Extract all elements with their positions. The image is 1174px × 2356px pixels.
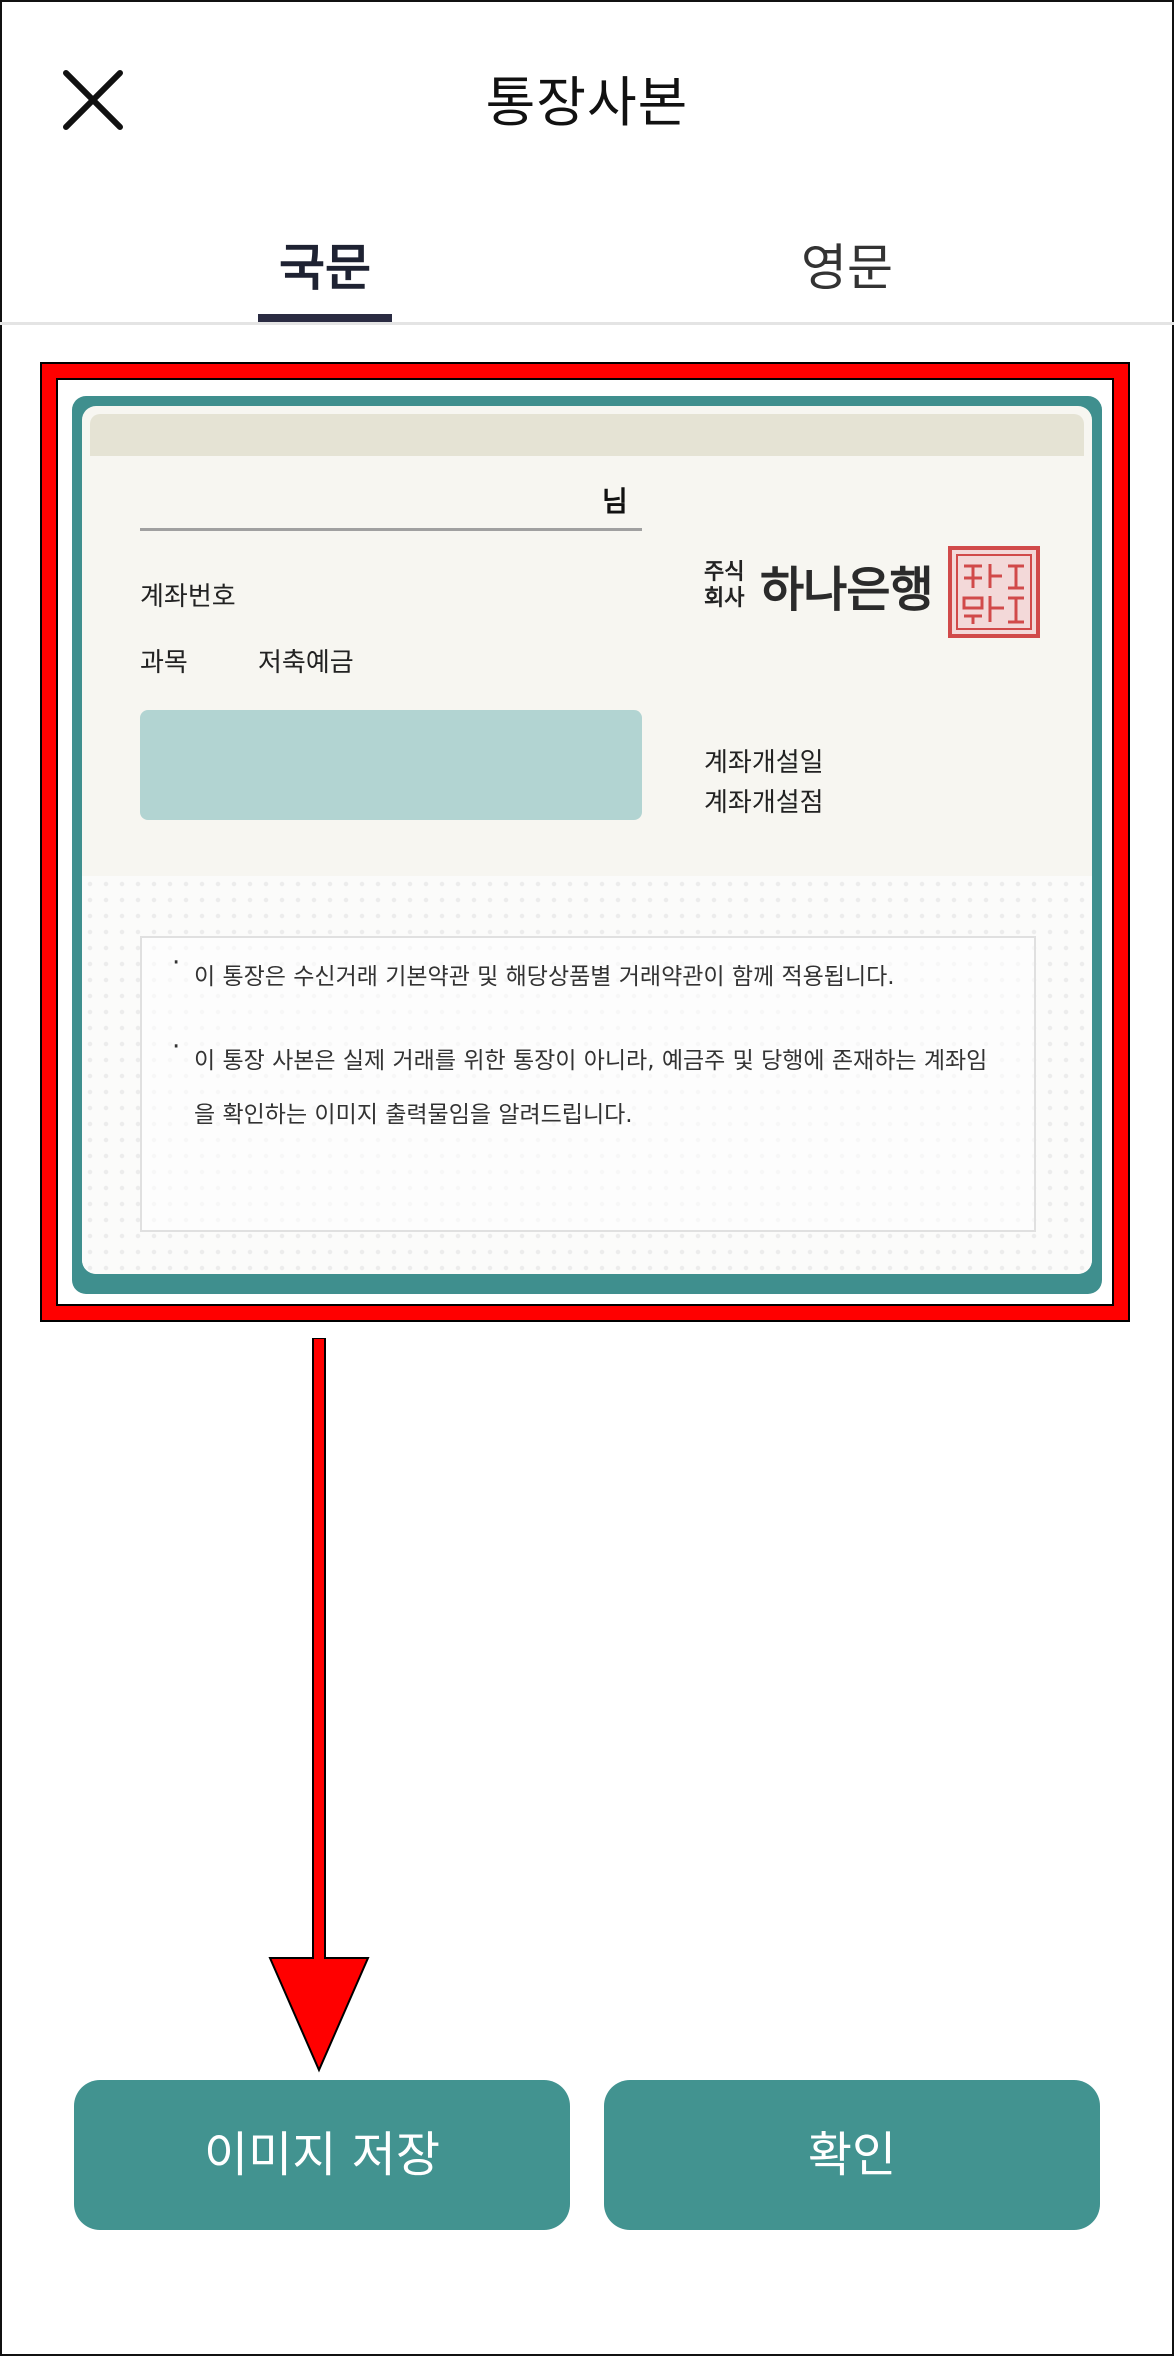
notice-text: 이 통장은 수신거래 기본약관 및 해당상품별 거래약관이 함께 적용됩니다.: [194, 964, 895, 990]
notice-text: 을 확인하는 이미지 출력물임을 알려드립니다.: [194, 1102, 633, 1128]
account-holder-suffix: 님: [602, 485, 628, 518]
notice-text: 이 통장 사본은 실제 거래를 위한 통장이 아니라, 예금주 및 당행에 존재…: [194, 1048, 988, 1074]
header: 통장사본: [0, 0, 1174, 190]
notice-box: · 이 통장은 수신거래 기본약관 및 해당상품별 거래약관이 함께 적용됩니다…: [140, 936, 1036, 1232]
bullet: ·: [172, 948, 181, 978]
passbook-top-band: [90, 414, 1084, 456]
down-arrow-icon: [268, 1338, 370, 2073]
passbook-card: 님 계좌번호 과목 저축예금 주식 회사 하나은행 계좌개설일 계좌개설점 · …: [72, 396, 1102, 1294]
tab-bar: 국문 영문: [0, 200, 1174, 325]
page-title: 통장사본: [485, 71, 689, 134]
subject-value: 저축예금: [258, 648, 354, 678]
bank-name: 하나은행: [760, 562, 934, 618]
save-image-button[interactable]: 이미지 저장: [74, 2080, 570, 2230]
bullet: ·: [172, 1032, 181, 1062]
corp-mark: 주식 회사: [704, 560, 745, 611]
tabs-divider: [0, 322, 1174, 325]
account-number-label: 계좌번호: [140, 582, 236, 612]
account-open-branch-label: 계좌개설점: [704, 788, 824, 818]
passbook-inner: 님 계좌번호 과목 저축예금 주식 회사 하나은행 계좌개설일 계좌개설점 · …: [82, 406, 1092, 1274]
bank-seal-icon: [948, 546, 1040, 638]
bank-logo: 주식 회사 하나은행: [704, 546, 1044, 656]
tab-korean[interactable]: 국문: [258, 228, 392, 300]
account-info-box: [140, 710, 642, 820]
confirm-button[interactable]: 확인: [604, 2080, 1100, 2230]
account-open-date-label: 계좌개설일: [704, 748, 824, 778]
tab-english[interactable]: 영문: [780, 228, 914, 300]
subject-label: 과목: [140, 648, 188, 678]
account-holder-line: [140, 528, 642, 531]
